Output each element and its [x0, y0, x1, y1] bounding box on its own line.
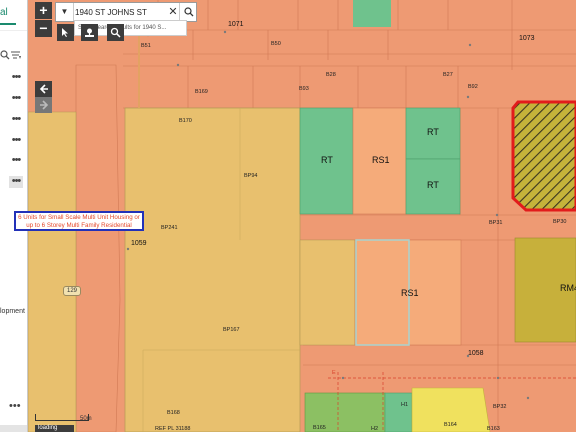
- parcel-label: BP32: [493, 404, 507, 410]
- parcel-label: B50: [271, 41, 281, 47]
- address-number: 1073: [519, 35, 535, 42]
- layer-menu-button[interactable]: •••: [9, 400, 21, 412]
- scale-label: 50m: [80, 416, 92, 422]
- layer-menu-button-selected[interactable]: •••: [9, 176, 23, 188]
- plan-reference-label: REF PL 31188: [155, 426, 191, 432]
- parcel-label: H1: [401, 402, 409, 408]
- zone-tan-main[interactable]: [124, 107, 301, 432]
- parcel-label: B93: [299, 86, 309, 92]
- road-corridor: [75, 64, 121, 432]
- parcel-label: BP31: [489, 220, 503, 226]
- select-tool-button[interactable]: [57, 24, 74, 41]
- parcel-label: B92: [468, 84, 478, 90]
- parcel-label: B164: [444, 422, 457, 428]
- filter-list-icon[interactable]: [11, 50, 22, 63]
- parcel-label: B165: [313, 425, 326, 431]
- zoom-to-tool-button[interactable]: [107, 24, 124, 41]
- parcel-label: BP94: [244, 173, 258, 179]
- search-input[interactable]: [75, 3, 165, 21]
- sidebar-tab-label[interactable]: al: [0, 7, 8, 18]
- clear-search-icon[interactable]: ✕: [167, 3, 179, 21]
- address-number: 1058: [468, 350, 484, 357]
- sidebar-header: al: [0, 0, 27, 31]
- parcel-label: B168: [167, 410, 180, 416]
- parcel-label: B28: [326, 72, 336, 78]
- search-source-dropdown[interactable]: ▼: [56, 3, 74, 21]
- search-button[interactable]: [179, 3, 197, 21]
- parcel-label: E: [332, 370, 336, 376]
- parcel-label: B51: [141, 43, 151, 49]
- zoom-in-button[interactable]: +: [35, 2, 52, 19]
- zone-tan-mid[interactable]: [299, 239, 356, 346]
- parcel-label: BP241: [161, 225, 178, 231]
- layer-menu-button[interactable]: •••: [9, 114, 23, 126]
- layer-menu-button[interactable]: •••: [9, 155, 23, 167]
- zoning-annotation-callout[interactable]: 6 Units for Small Scale Multi Unit Housi…: [14, 211, 144, 231]
- previous-extent-button[interactable]: [35, 81, 52, 97]
- address-number: 1059: [131, 240, 147, 247]
- zone-label-rs1: RS1: [372, 155, 390, 165]
- annotation-line-2: up to 6 Storey Multi Family Residential: [26, 222, 132, 229]
- search-icon: [183, 7, 193, 17]
- zone-label-rm4: RM4: [560, 283, 576, 293]
- layer-menu-button[interactable]: •••: [9, 93, 23, 105]
- parcel-label: B163: [487, 426, 500, 432]
- layer-menu-button[interactable]: •••: [9, 72, 23, 84]
- zone-green-top[interactable]: [353, 0, 391, 27]
- location-tool-button[interactable]: [81, 24, 98, 41]
- zone-green-bottom-2[interactable]: [384, 392, 413, 432]
- zone-label-rt: RT: [427, 180, 439, 190]
- zone-tan-left[interactable]: [28, 111, 77, 432]
- magnifier-icon: [110, 27, 121, 38]
- annotation-line-1: 6 Units for Small Scale Multi Unit Housi…: [18, 214, 140, 221]
- zone-label-rt: RT: [321, 155, 333, 165]
- parcel-label: B169: [195, 89, 208, 95]
- zone-label-rs1: RS1: [401, 288, 419, 298]
- parcel-label: BP167: [223, 327, 240, 333]
- zone-label-rt: RT: [427, 127, 439, 137]
- sidebar-tab-underline: [0, 23, 16, 25]
- next-extent-button[interactable]: [35, 97, 52, 113]
- zone-hatched-special[interactable]: [511, 100, 576, 212]
- route-shield: 129: [63, 286, 81, 296]
- arrow-right-icon: [39, 100, 48, 110]
- zoom-out-button[interactable]: −: [35, 20, 52, 37]
- search-icon[interactable]: [0, 50, 10, 63]
- loading-indicator: loading: [35, 425, 74, 432]
- pin-icon: [85, 28, 94, 37]
- layer-name-fragment: lopment: [0, 308, 25, 315]
- search-bar: ▼ ✕: [55, 2, 197, 22]
- parcel-label: BP30: [553, 219, 567, 225]
- arrow-left-icon: [39, 84, 48, 94]
- parcel-label: B170: [179, 118, 192, 124]
- horizontal-scrollbar[interactable]: [0, 425, 27, 432]
- layer-menu-button[interactable]: •••: [9, 135, 23, 147]
- address-number: 1071: [228, 21, 244, 28]
- cursor-select-icon: [62, 28, 68, 37]
- parcel-label: B27: [443, 72, 453, 78]
- parcel-label: H2: [371, 426, 379, 432]
